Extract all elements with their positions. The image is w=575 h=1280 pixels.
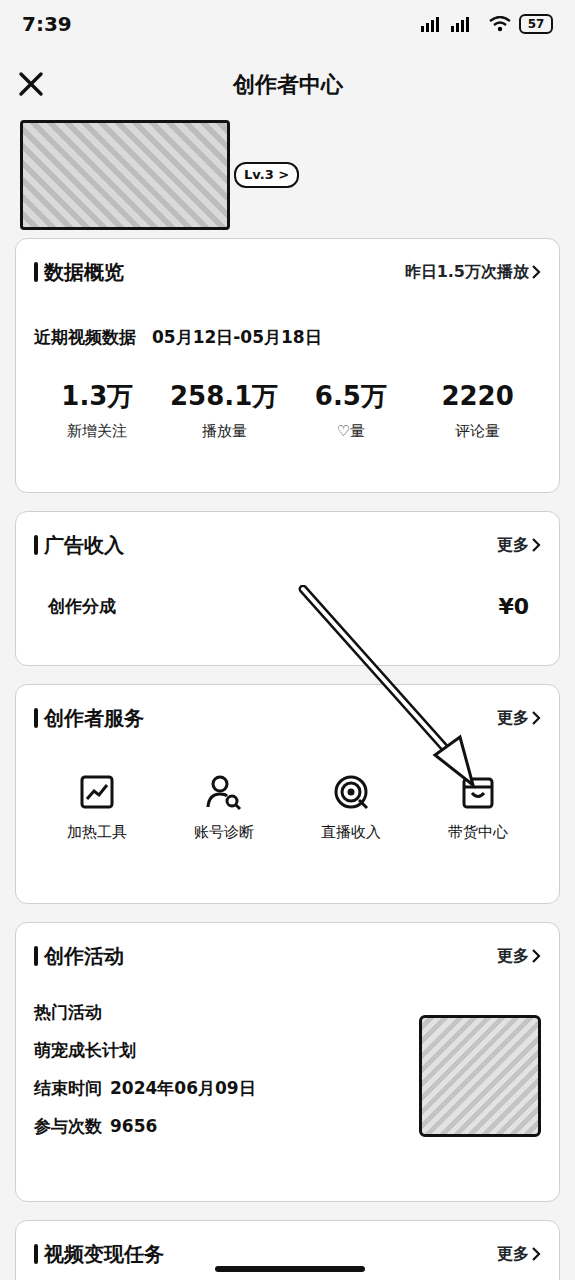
ad-income-header: 广告收入 更多: [34, 530, 541, 560]
stat-value: 1.3万: [34, 381, 161, 412]
services-grid: 加热工具 账号诊断 直播收入 带货中心: [34, 773, 541, 844]
section-title: 广告收入: [44, 530, 124, 560]
pointer-arrow-icon: [295, 585, 485, 790]
ad-income-card: 广告收入 更多创作分成 ¥0: [15, 511, 560, 666]
title-bar: [34, 946, 38, 966]
app-screen: 7:39 57 创作者中心 Lv.3 > 数据概览 昨日1.5万次播放近期视频数据 05月1…: [0, 0, 575, 1280]
shop-icon: [459, 773, 497, 811]
stat-item[interactable]: 258.1万播放量: [161, 381, 288, 443]
more-link[interactable]: 更多: [497, 533, 541, 557]
section-title: 数据概览: [44, 257, 124, 287]
services-header: 创作者服务 更多: [34, 703, 541, 733]
service-item[interactable]: 加热工具: [34, 773, 161, 844]
stats-row: 1.3万新增关注258.1万播放量6.5万 ♡量 2220 评论量: [34, 381, 541, 443]
diagnose-icon: [205, 773, 243, 811]
stat-value: 258.1万: [161, 381, 288, 412]
service-item[interactable]: 直播收入: [288, 773, 415, 844]
stat-value: 6.5万: [288, 381, 415, 412]
activity-field: 结束时间 2024年06月09日: [34, 1077, 256, 1099]
more-link[interactable]: 更多: [497, 706, 541, 730]
more-link[interactable]: 昨日1.5万次播放: [405, 260, 541, 284]
period-label: 近期视频数据: [34, 325, 136, 351]
services-card: 创作者服务 更多加热工具 账号诊断 直播收入 带货中心: [15, 684, 560, 904]
field-value: 2024年06月09日: [110, 1077, 256, 1099]
stat-item[interactable]: 6.5万 ♡量: [288, 381, 415, 443]
status-time: 7:39: [22, 9, 72, 39]
section-title: 创作者服务: [44, 703, 144, 733]
page-title: 创作者中心: [233, 68, 343, 101]
field-label: 参与次数: [34, 1115, 102, 1137]
chevron-icon: [531, 538, 541, 552]
chart-icon: [78, 773, 116, 811]
activities-card: 创作活动 更多热门活动萌宠成长计划结束时间 2024年06月09日参与次数 9656: [15, 922, 560, 1202]
chevron-icon: [531, 1247, 541, 1261]
activity-section: 热门活动: [34, 1001, 256, 1023]
income-row[interactable]: 创作分成 ¥0: [34, 594, 541, 620]
field-value: 9656: [110, 1115, 157, 1137]
overview-header: 数据概览 昨日1.5万次播放: [34, 257, 541, 287]
income-label: 创作分成: [48, 594, 116, 620]
service-label: 账号诊断: [194, 821, 254, 844]
more-link[interactable]: 更多: [497, 1242, 541, 1266]
wifi-icon: [489, 16, 511, 32]
home-indicator[interactable]: [215, 1266, 365, 1272]
more-link[interactable]: 更多: [497, 944, 541, 968]
title-bar: [34, 1244, 38, 1264]
stat-item[interactable]: 2220 评论量: [414, 381, 541, 443]
service-item[interactable]: 账号诊断: [161, 773, 288, 844]
top-bar: 创作者中心: [0, 48, 575, 120]
live-icon: [332, 773, 370, 811]
activity-image[interactable]: [419, 1015, 541, 1137]
tasks-header: 视频变现任务 更多: [34, 1239, 541, 1269]
stat-label: 新增关注: [34, 420, 161, 443]
banner-row: Lv.3 >: [0, 120, 575, 230]
activity-body[interactable]: 热门活动萌宠成长计划结束时间 2024年06月09日参与次数 9656: [34, 1001, 541, 1137]
banner-image[interactable]: [20, 120, 230, 230]
chevron-icon: [531, 265, 541, 279]
period-range: 05月12日-05月18日: [152, 325, 322, 351]
title-bar: [34, 535, 38, 555]
activity-info: 热门活动萌宠成长计划结束时间 2024年06月09日参与次数 9656: [34, 1001, 256, 1137]
service-label: 直播收入: [321, 821, 381, 844]
status-icons: 57: [421, 14, 553, 34]
close-icon[interactable]: [18, 71, 44, 97]
period-row: 近期视频数据 05月12日-05月18日: [34, 325, 541, 351]
section-title: 视频变现任务: [44, 1239, 164, 1269]
signal-icon: [421, 16, 481, 32]
chevron-icon: [531, 711, 541, 725]
stat-label: 评论量: [414, 420, 541, 443]
field-label: 结束时间: [34, 1077, 102, 1099]
service-label: 加热工具: [67, 821, 127, 844]
activity-name: 萌宠成长计划: [34, 1039, 256, 1061]
activity-field: 参与次数 9656: [34, 1115, 256, 1137]
chevron-icon: [531, 949, 541, 963]
service-item[interactable]: 带货中心: [414, 773, 541, 844]
title-bar: [34, 708, 38, 728]
stat-label: 播放量: [161, 420, 288, 443]
overview-card: 数据概览 昨日1.5万次播放近期视频数据 05月12日-05月18日 1.3万新增关注…: [15, 238, 560, 493]
title-bar: [34, 262, 38, 282]
activities-header: 创作活动 更多: [34, 941, 541, 971]
status-bar: 7:39 57: [0, 0, 575, 48]
service-label: 带货中心: [448, 821, 508, 844]
stat-item[interactable]: 1.3万新增关注: [34, 381, 161, 443]
level-badge[interactable]: Lv.3 >: [234, 162, 299, 188]
section-title: 创作活动: [44, 941, 124, 971]
battery-level: 57: [519, 14, 553, 34]
income-value: ¥0: [498, 594, 529, 620]
stat-value: 2220: [414, 381, 541, 412]
stat-label: ♡量: [288, 420, 415, 443]
